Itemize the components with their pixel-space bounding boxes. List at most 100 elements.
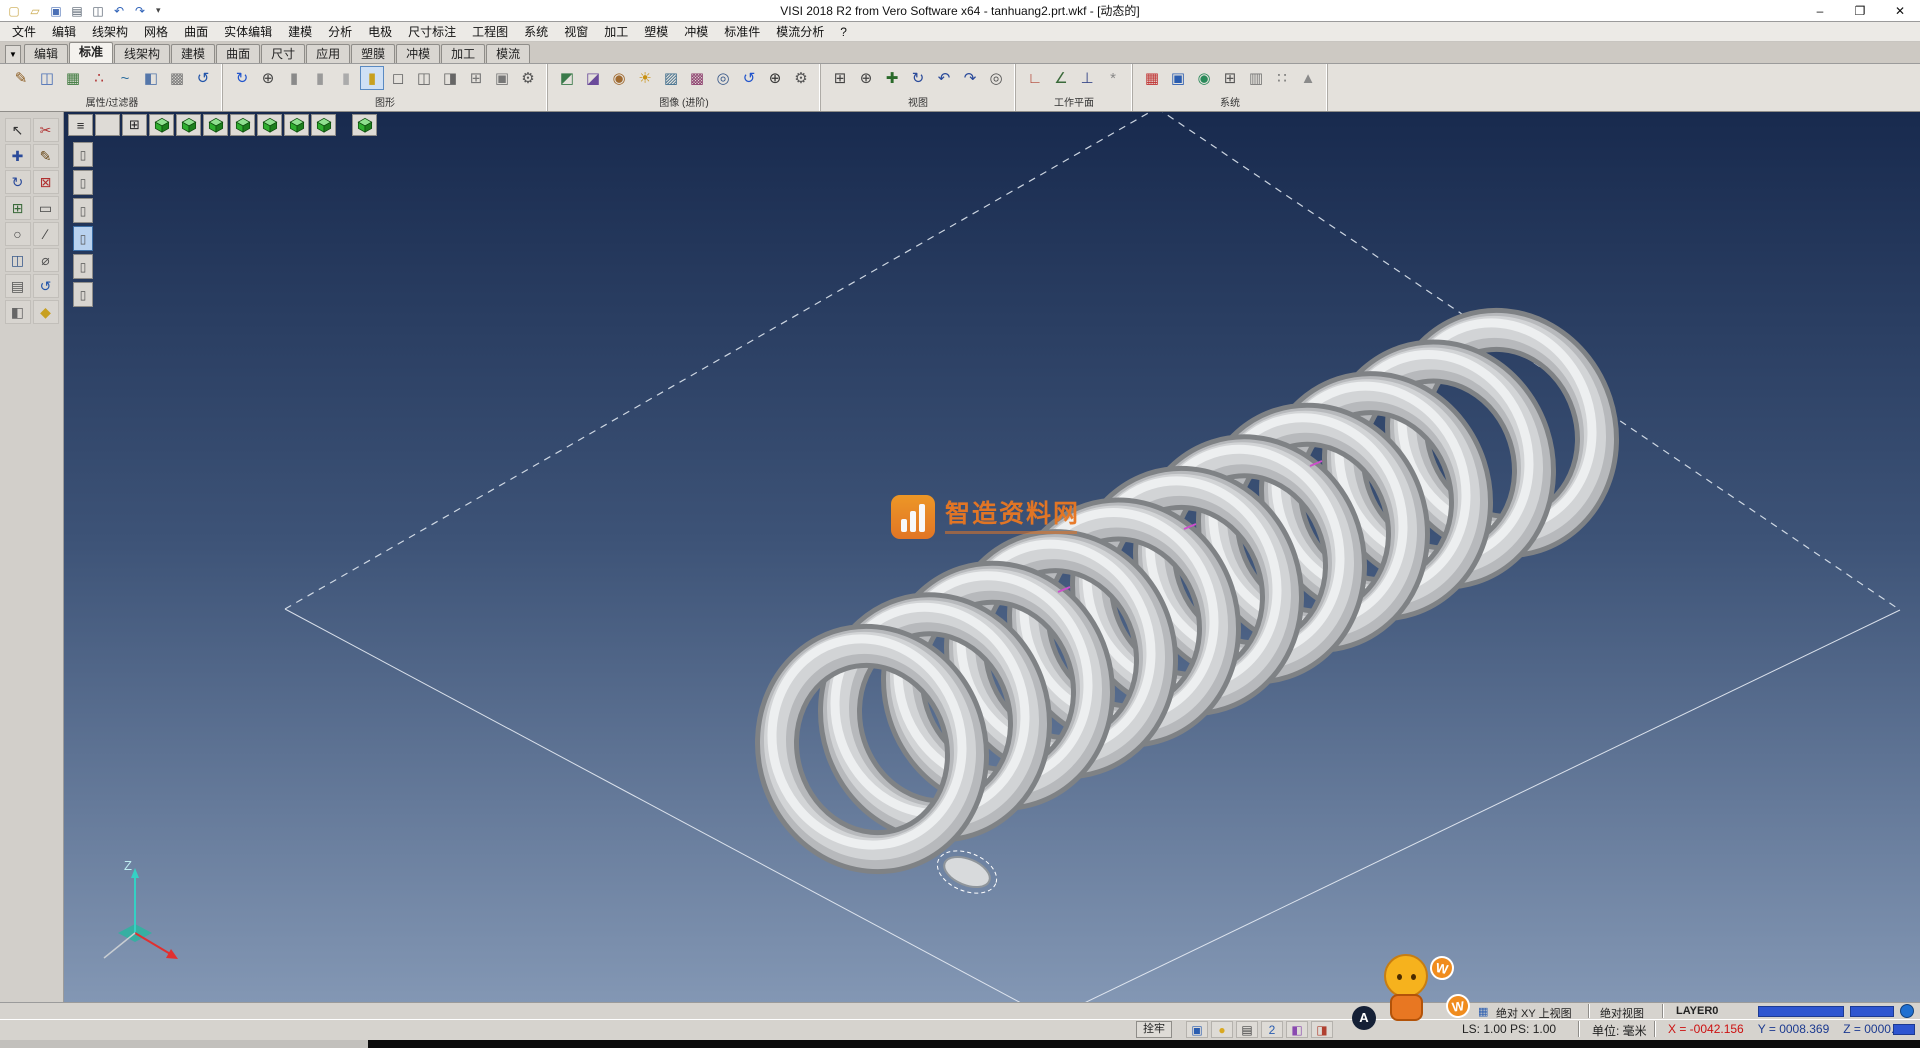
adv-texture-icon[interactable]: ▩ (685, 66, 709, 90)
clipboard-slot-3[interactable]: ▯ (73, 198, 93, 223)
shade-cylinder-2-icon[interactable]: ▮ (308, 66, 332, 90)
workplane-normal-icon[interactable]: ⊥ (1075, 66, 1099, 90)
translate-icon[interactable]: ✚ (5, 144, 31, 168)
filter-points-icon[interactable]: ∴ (87, 66, 111, 90)
mask-icon[interactable]: ◧ (5, 300, 31, 324)
menu-item-17[interactable]: 模流分析 (768, 23, 832, 41)
attribute-brush-icon[interactable]: ✎ (9, 66, 33, 90)
menu-item-11[interactable]: 系统 (516, 23, 556, 41)
adv-settings-icon[interactable]: ⚙ (789, 66, 813, 90)
wireframe-view-icon[interactable]: ◻ (386, 66, 410, 90)
tab-1[interactable]: 标准 (69, 42, 113, 63)
tab-3[interactable]: 建模 (171, 44, 215, 63)
print-icon[interactable]: ▤ (68, 3, 86, 19)
menu-item-3[interactable]: 网格 (136, 23, 176, 41)
menu-item-4[interactable]: 曲面 (176, 23, 216, 41)
filter-surfaces-icon[interactable]: ◧ (139, 66, 163, 90)
circle-icon[interactable]: ○ (5, 222, 31, 246)
tab-10[interactable]: 模流 (486, 44, 530, 63)
shade-cylinder-3-icon[interactable]: ▮ (334, 66, 358, 90)
sketch-pencil-icon[interactable]: ✎ (33, 144, 59, 168)
render-box-icon[interactable]: ▣ (490, 66, 514, 90)
mirror-icon[interactable]: ◫ (5, 248, 31, 272)
new-file-icon[interactable]: ▢ (5, 3, 23, 19)
status-help2-icon[interactable]: 2 (1261, 1021, 1283, 1038)
offset-icon[interactable]: ⊞ (5, 196, 31, 220)
flag-icon[interactable]: ◆ (33, 300, 59, 324)
view-camera-icon[interactable]: ◎ (984, 66, 1008, 90)
view-previous-icon[interactable]: ↶ (932, 66, 956, 90)
menu-item-8[interactable]: 电极 (360, 23, 400, 41)
open-file-icon[interactable]: ▱ (26, 3, 44, 19)
maximize-button[interactable]: ❐ (1840, 1, 1880, 21)
scene-tree-icon[interactable]: ≡ (68, 114, 93, 136)
system-monitor-icon[interactable]: ▣ (1166, 66, 1190, 90)
shaded-view-cube-icon[interactable] (352, 114, 377, 136)
adv-refresh-icon[interactable]: ↺ (737, 66, 761, 90)
graphics-settings-icon[interactable]: ⚙ (516, 66, 540, 90)
tab-4[interactable]: 曲面 (216, 44, 260, 63)
menu-item-15[interactable]: 冲模 (676, 23, 716, 41)
undo-icon[interactable]: ↶ (110, 3, 128, 19)
tab-2[interactable]: 线架构 (114, 44, 170, 63)
layer-indicator[interactable]: LAYER0 (1676, 1005, 1718, 1017)
view-next-icon[interactable]: ↷ (958, 66, 982, 90)
layers-icon[interactable]: ▤ (5, 274, 31, 298)
view-rotate-icon[interactable]: ↻ (906, 66, 930, 90)
menu-item-10[interactable]: 工程图 (464, 23, 516, 41)
solid-box-icon[interactable]: ⊞ (464, 66, 488, 90)
system-table-icon[interactable]: ⊞ (1218, 66, 1242, 90)
clipboard-slot-4[interactable]: ▯ (73, 226, 93, 251)
system-globe-icon[interactable]: ◉ (1192, 66, 1216, 90)
iso-view-5-icon[interactable] (284, 114, 309, 136)
filter-curves-icon[interactable]: ~ (113, 66, 137, 90)
clipboard-slot-2[interactable]: ▯ (73, 170, 93, 195)
line-icon[interactable]: ∕ (33, 222, 59, 246)
menu-item-2[interactable]: 线架构 (84, 23, 136, 41)
system-axon-icon[interactable]: ▲ (1296, 66, 1320, 90)
blank-view-icon[interactable] (95, 114, 120, 136)
adv-material-icon[interactable]: ◉ (607, 66, 631, 90)
menu-item-9[interactable]: 尺寸标注 (400, 23, 464, 41)
iso-view-4-icon[interactable] (257, 114, 282, 136)
wireframe-cube-icon[interactable] (149, 114, 174, 136)
print-preview-icon[interactable]: ◫ (89, 3, 107, 19)
view-pan-icon[interactable]: ✚ (880, 66, 904, 90)
tab-dropdown-icon[interactable]: ▼ (5, 45, 21, 63)
quick-access-dropdown-icon[interactable]: ▾ (152, 5, 165, 16)
filter-reset-icon[interactable]: ↺ (191, 66, 215, 90)
status-cube-icon[interactable]: ◨ (1311, 1021, 1333, 1038)
menu-item-18[interactable]: ? (832, 23, 855, 41)
zoom-window-icon[interactable]: ⊞ (122, 114, 147, 136)
view-zoom-window-icon[interactable]: ⊞ (828, 66, 852, 90)
hidden-line-icon[interactable]: ◫ (412, 66, 436, 90)
menu-item-7[interactable]: 分析 (320, 23, 360, 41)
tab-8[interactable]: 冲模 (396, 44, 440, 63)
menu-item-5[interactable]: 实体编辑 (216, 23, 280, 41)
regen-icon[interactable]: ↺ (33, 274, 59, 298)
menu-item-12[interactable]: 视窗 (556, 23, 596, 41)
rotate-icon[interactable]: ↻ (5, 170, 31, 194)
measure-icon[interactable]: ⌀ (33, 248, 59, 272)
iso-view-1-icon[interactable] (176, 114, 201, 136)
system-grid-icon[interactable]: ▥ (1244, 66, 1268, 90)
redraw-icon[interactable]: ↻ (230, 66, 254, 90)
status-palette-icon[interactable]: ◧ (1286, 1021, 1308, 1038)
zoom-all-icon[interactable]: ⊕ (256, 66, 280, 90)
menu-item-1[interactable]: 编辑 (44, 23, 84, 41)
menu-item-6[interactable]: 建模 (280, 23, 320, 41)
tab-6[interactable]: 应用 (306, 44, 350, 63)
lock-button[interactable]: 拴牢 (1136, 1021, 1172, 1038)
adv-shadow-icon[interactable]: ◪ (581, 66, 605, 90)
menu-item-16[interactable]: 标准件 (716, 23, 768, 41)
globe-status-icon[interactable] (1900, 1004, 1914, 1018)
filter-solids-icon[interactable]: ▩ (165, 66, 189, 90)
iso-view-2-icon[interactable] (203, 114, 228, 136)
workplane-3pt-icon[interactable]: ∠ (1049, 66, 1073, 90)
section-view-icon[interactable]: ◨ (438, 66, 462, 90)
system-snap-icon[interactable]: ∷ (1270, 66, 1294, 90)
status-bulb-icon[interactable]: ● (1211, 1021, 1233, 1038)
iso-view-3-icon[interactable] (230, 114, 255, 136)
shaded-view-icon[interactable]: ▮ (360, 66, 384, 90)
redo-icon[interactable]: ↷ (131, 3, 149, 19)
